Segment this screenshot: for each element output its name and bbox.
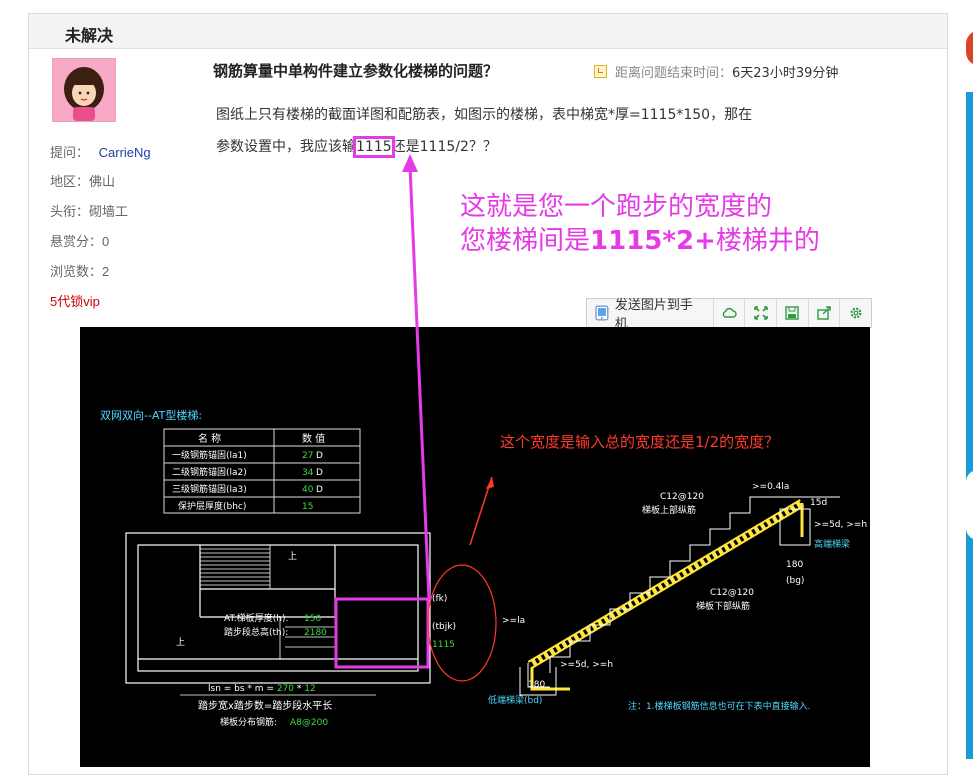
side-rail: [966, 92, 973, 759]
side-widget-2[interactable]: [966, 470, 973, 540]
annotation-arrow: [402, 154, 431, 601]
